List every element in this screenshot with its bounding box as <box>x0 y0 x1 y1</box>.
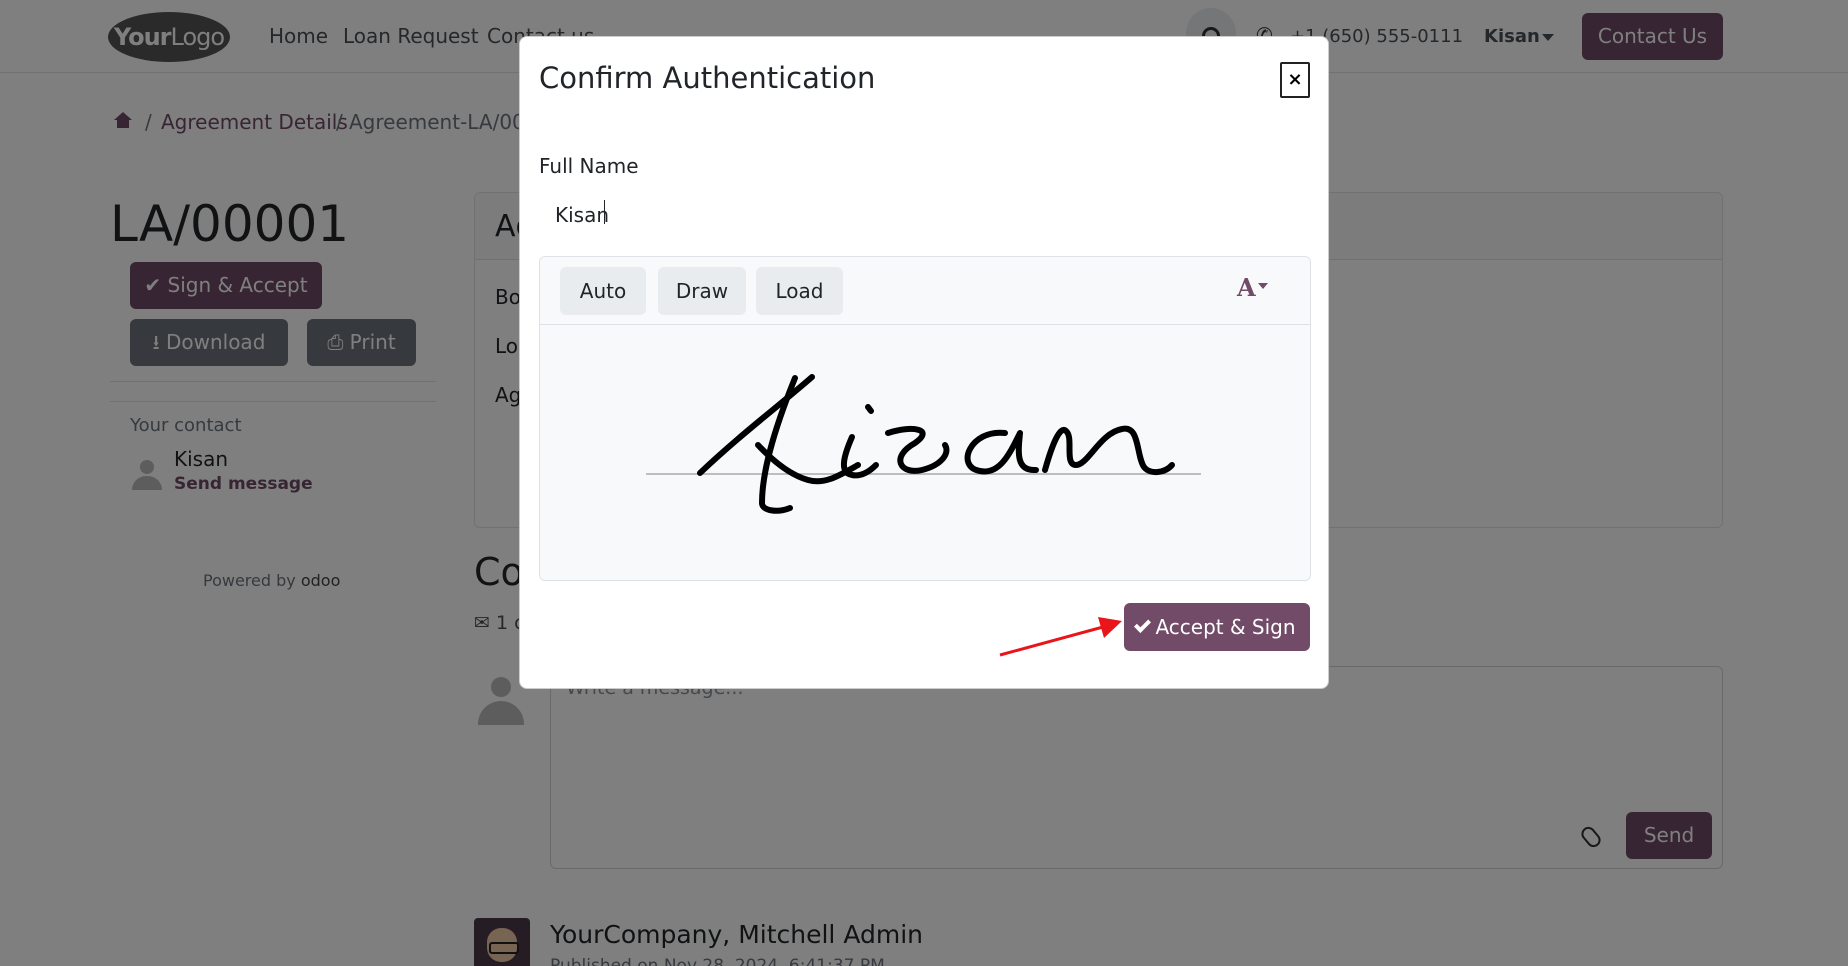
full-name-input[interactable] <box>539 191 1311 239</box>
close-button[interactable]: × <box>1280 62 1310 98</box>
check-icon <box>1134 616 1152 633</box>
red-arrow-annotation <box>999 617 1122 657</box>
arrow-head <box>1098 617 1122 638</box>
tab-load[interactable]: Load <box>756 267 843 315</box>
tab-draw[interactable]: Draw <box>658 267 746 315</box>
tab-auto[interactable]: Auto <box>560 267 646 315</box>
full-name-label: Full Name <box>539 154 639 178</box>
arrow-shaft <box>999 625 1104 657</box>
confirm-authentication-dialog: Confirm Authentication × Full Name Auto … <box>519 36 1329 689</box>
font-select-icon[interactable]: A <box>1237 273 1256 302</box>
signature-mode-toolbar: Auto Draw Load A <box>540 257 1310 325</box>
signature-drawing <box>646 374 1201 514</box>
signature-pad: Auto Draw Load A <box>539 256 1311 581</box>
signature-strokes <box>697 374 1175 514</box>
chevron-down-icon <box>1258 283 1268 289</box>
signature-canvas[interactable] <box>540 325 1310 580</box>
dialog-title: Confirm Authentication <box>539 61 876 95</box>
accept-sign-button[interactable]: Accept & Sign <box>1124 603 1310 651</box>
text-cursor <box>604 200 605 224</box>
